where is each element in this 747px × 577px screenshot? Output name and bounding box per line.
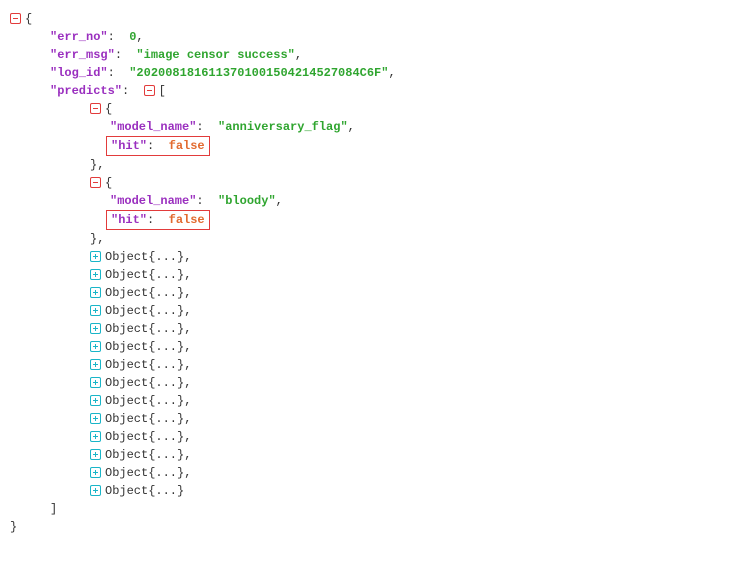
highlight-box: "hit": false — [106, 210, 210, 230]
collapsed-object: Object{...}, — [10, 374, 737, 392]
collapsed-label[interactable]: Object{...} — [105, 466, 184, 480]
key-hit: "hit" — [111, 213, 147, 227]
collapsed-object: Object{...} — [10, 482, 737, 500]
expand-icon[interactable] — [90, 377, 101, 388]
root-open: { — [10, 10, 737, 28]
collapsed-label[interactable]: Object{...} — [105, 430, 184, 444]
kv-model-name-1: "model_name": "bloody", — [10, 192, 737, 210]
kv-model-name-0: "model_name": "anniversary_flag", — [10, 118, 737, 136]
collapsed-label[interactable]: Object{...} — [105, 484, 184, 498]
brace-close: } — [10, 520, 17, 534]
kv-err-msg: "err_msg": "image censor success", — [10, 46, 737, 64]
kv-hit-0: "hit": false — [10, 136, 737, 156]
expand-icon[interactable] — [90, 449, 101, 460]
key-err-msg: "err_msg" — [50, 48, 115, 62]
expand-icon[interactable] — [90, 359, 101, 370]
collapsed-label[interactable]: Object{...} — [105, 376, 184, 390]
collapsed-label[interactable]: Object{...} — [105, 286, 184, 300]
bracket-open: [ — [159, 84, 166, 98]
collapsed-object: Object{...}, — [10, 302, 737, 320]
collapsed-object: Object{...}, — [10, 410, 737, 428]
expand-icon[interactable] — [90, 287, 101, 298]
key-model-name: "model_name" — [110, 120, 196, 134]
collapsed-object: Object{...}, — [10, 320, 737, 338]
expand-icon[interactable] — [90, 341, 101, 352]
collapsed-object: Object{...}, — [10, 338, 737, 356]
collapsed-object: Object{...}, — [10, 284, 737, 302]
predict-1-open: { — [10, 174, 737, 192]
expand-icon[interactable] — [90, 251, 101, 262]
collapsed-label[interactable]: Object{...} — [105, 268, 184, 282]
expand-icon[interactable] — [90, 323, 101, 334]
collapsed-label[interactable]: Object{...} — [105, 448, 184, 462]
collapsed-label[interactable]: Object{...} — [105, 358, 184, 372]
collapsed-object: Object{...}, — [10, 464, 737, 482]
collapsed-label[interactable]: Object{...} — [105, 340, 184, 354]
expand-icon[interactable] — [90, 305, 101, 316]
key-err-no: "err_no" — [50, 30, 108, 44]
predict-0-close: }, — [10, 156, 737, 174]
collapsed-object: Object{...}, — [10, 356, 737, 374]
collapsed-label[interactable]: Object{...} — [105, 304, 184, 318]
collapse-icon[interactable] — [10, 13, 21, 24]
val-model-name-1: "bloody" — [218, 194, 276, 208]
collapsed-object: Object{...}, — [10, 248, 737, 266]
kv-err-no: "err_no": 0, — [10, 28, 737, 46]
expand-icon[interactable] — [90, 269, 101, 280]
expand-icon[interactable] — [90, 395, 101, 406]
collapsed-object: Object{...}, — [10, 446, 737, 464]
bracket-close: ] — [50, 502, 57, 516]
json-viewer: { "err_no": 0, "err_msg": "image censor … — [10, 10, 737, 536]
highlight-box: "hit": false — [106, 136, 210, 156]
key-predicts: "predicts" — [50, 84, 122, 98]
val-model-name-0: "anniversary_flag" — [218, 120, 348, 134]
kv-log-id: "log_id": "20200818161137010015042145270… — [10, 64, 737, 82]
kv-hit-1: "hit": false — [10, 210, 737, 230]
collapsed-object: Object{...}, — [10, 392, 737, 410]
expand-icon[interactable] — [90, 485, 101, 496]
expand-icon[interactable] — [90, 467, 101, 478]
expand-icon[interactable] — [90, 413, 101, 424]
val-log-id: "2020081816113701001504214527084C6F" — [129, 66, 388, 80]
predicts-close: ] — [10, 500, 737, 518]
key-log-id: "log_id" — [50, 66, 108, 80]
root-close: } — [10, 518, 737, 536]
val-err-msg: "image censor success" — [136, 48, 294, 62]
val-hit-1: false — [169, 213, 205, 227]
kv-predicts: "predicts": [ — [10, 82, 737, 100]
collapsed-object: Object{...}, — [10, 266, 737, 284]
collapse-icon[interactable] — [144, 85, 155, 96]
collapsed-object: Object{...}, — [10, 428, 737, 446]
brace-open: { — [25, 12, 32, 26]
collapsed-label[interactable]: Object{...} — [105, 250, 184, 264]
expand-icon[interactable] — [90, 431, 101, 442]
collapsed-label[interactable]: Object{...} — [105, 322, 184, 336]
val-hit-0: false — [169, 139, 205, 153]
predict-0-open: { — [10, 100, 737, 118]
predict-1-close: }, — [10, 230, 737, 248]
collapse-icon[interactable] — [90, 103, 101, 114]
collapsed-label[interactable]: Object{...} — [105, 394, 184, 408]
key-hit: "hit" — [111, 139, 147, 153]
key-model-name: "model_name" — [110, 194, 196, 208]
collapsed-label[interactable]: Object{...} — [105, 412, 184, 426]
collapse-icon[interactable] — [90, 177, 101, 188]
